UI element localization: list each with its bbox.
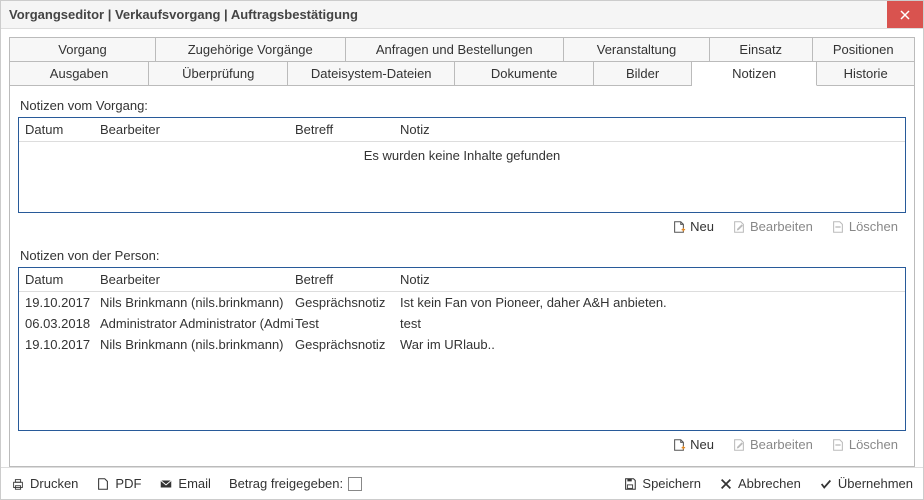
neu-label: Neu <box>690 437 714 452</box>
grid-vorgang-body: Es wurden keine Inhalte gefunden <box>19 142 905 212</box>
col-bearbeiter[interactable]: Bearbeiter <box>100 122 295 137</box>
actions-vorgang: Neu Bearbeiten Löschen <box>18 213 906 240</box>
tab-einsatz[interactable]: Einsatz <box>710 37 813 62</box>
tab-container: Vorgang Zugehörige Vorgänge Anfragen und… <box>9 37 915 86</box>
uebernehmen-button[interactable]: Übernehmen <box>819 476 913 491</box>
email-button[interactable]: Email <box>159 476 211 491</box>
abbrechen-label: Abbrechen <box>738 476 801 491</box>
bearbeiten-label: Bearbeiten <box>750 219 813 234</box>
cell-notiz: Ist kein Fan von Pioneer, daher A&H anbi… <box>400 295 899 310</box>
grid-vorgang: Datum Bearbeiter Betreff Notiz Es wurden… <box>18 117 906 213</box>
col-bearbeiter[interactable]: Bearbeiter <box>100 272 295 287</box>
freigeben-label: Betrag freigegeben: <box>229 476 343 491</box>
grid-person-header: Datum Bearbeiter Betreff Notiz <box>19 268 905 292</box>
tab-row-1: Vorgang Zugehörige Vorgänge Anfragen und… <box>9 37 915 62</box>
cell-bearbeiter: Nils Brinkmann (nils.brinkmann) <box>100 295 295 310</box>
abbrechen-button[interactable]: Abbrechen <box>719 476 801 491</box>
loeschen-label: Löschen <box>849 437 898 452</box>
grid-vorgang-empty: Es wurden keine Inhalte gefunden <box>19 142 905 203</box>
tab-panel-notizen: Notizen vom Vorgang: Datum Bearbeiter Be… <box>9 86 915 467</box>
window-title: Vorgangseditor | Verkaufsvorgang | Auftr… <box>1 1 887 28</box>
col-betreff[interactable]: Betreff <box>295 122 400 137</box>
print-icon <box>11 477 25 491</box>
pdf-label: PDF <box>115 476 141 491</box>
tab-vorgang[interactable]: Vorgang <box>9 37 156 62</box>
cell-bearbeiter: Nils Brinkmann (nils.brinkmann) <box>100 337 295 352</box>
loeschen-label: Löschen <box>849 219 898 234</box>
email-label: Email <box>178 476 211 491</box>
cell-datum: 19.10.2017 <box>25 295 100 310</box>
delete-icon <box>831 438 845 452</box>
edit-icon <box>732 438 746 452</box>
section1-label: Notizen vom Vorgang: <box>20 98 904 113</box>
titlebar: Vorgangseditor | Verkaufsvorgang | Auftr… <box>1 1 923 29</box>
drucken-label: Drucken <box>30 476 78 491</box>
loeschen-button-2[interactable]: Löschen <box>831 437 898 452</box>
col-notiz[interactable]: Notiz <box>400 122 899 137</box>
drucken-button[interactable]: Drucken <box>11 476 78 491</box>
delete-icon <box>831 220 845 234</box>
close-icon <box>900 10 910 20</box>
col-datum[interactable]: Datum <box>25 122 100 137</box>
table-row[interactable]: 19.10.2017 Nils Brinkmann (nils.brinkman… <box>19 292 905 313</box>
tab-dateisystem[interactable]: Dateisystem-Dateien <box>288 62 455 86</box>
bearbeiten-button-1[interactable]: Bearbeiten <box>732 219 813 234</box>
tab-positionen[interactable]: Positionen <box>813 37 916 62</box>
pdf-icon <box>96 477 110 491</box>
footer: Drucken PDF Email Betrag freigegeben: Sp… <box>1 467 923 499</box>
bearbeiten-button-2[interactable]: Bearbeiten <box>732 437 813 452</box>
col-betreff[interactable]: Betreff <box>295 272 400 287</box>
speichern-button[interactable]: Speichern <box>623 476 701 491</box>
neu-label: Neu <box>690 219 714 234</box>
actions-person: Neu Bearbeiten Löschen <box>18 431 906 458</box>
col-notiz[interactable]: Notiz <box>400 272 899 287</box>
save-icon <box>623 477 637 491</box>
grid-person: Datum Bearbeiter Betreff Notiz 19.10.201… <box>18 267 906 431</box>
new-icon <box>672 220 686 234</box>
uebernehmen-label: Übernehmen <box>838 476 913 491</box>
loeschen-button-1[interactable]: Löschen <box>831 219 898 234</box>
speichern-label: Speichern <box>642 476 701 491</box>
new-icon <box>672 438 686 452</box>
table-row[interactable]: 06.03.2018 Administrator Administrator (… <box>19 313 905 334</box>
close-button[interactable] <box>887 1 923 28</box>
cell-betreff: Test <box>295 316 400 331</box>
tab-notizen[interactable]: Notizen <box>692 62 817 86</box>
edit-icon <box>732 220 746 234</box>
freigeben-field: Betrag freigegeben: <box>229 476 362 491</box>
tab-dokumente[interactable]: Dokumente <box>455 62 594 86</box>
tab-zugehoerige[interactable]: Zugehörige Vorgänge <box>156 37 346 62</box>
cell-bearbeiter: Administrator Administrator (Admi <box>100 316 295 331</box>
email-icon <box>159 477 173 491</box>
cancel-icon <box>719 477 733 491</box>
content-area: Vorgang Zugehörige Vorgänge Anfragen und… <box>1 29 923 467</box>
cell-betreff: Gesprächsnotiz <box>295 337 400 352</box>
window: Vorgangseditor | Verkaufsvorgang | Auftr… <box>0 0 924 500</box>
tab-historie[interactable]: Historie <box>817 62 915 86</box>
neu-button-2[interactable]: Neu <box>672 437 714 452</box>
cell-notiz: War im URlaub.. <box>400 337 899 352</box>
tab-bilder[interactable]: Bilder <box>594 62 692 86</box>
tab-ausgaben[interactable]: Ausgaben <box>9 62 149 86</box>
cell-notiz: test <box>400 316 899 331</box>
section2-label: Notizen von der Person: <box>20 248 904 263</box>
cell-datum: 06.03.2018 <box>25 316 100 331</box>
grid-person-body: 19.10.2017 Nils Brinkmann (nils.brinkman… <box>19 292 905 430</box>
col-datum[interactable]: Datum <box>25 272 100 287</box>
pdf-button[interactable]: PDF <box>96 476 141 491</box>
bearbeiten-label: Bearbeiten <box>750 437 813 452</box>
tab-anfragen[interactable]: Anfragen und Bestellungen <box>346 37 565 62</box>
tab-row-2: Ausgaben Überprüfung Dateisystem-Dateien… <box>9 62 915 86</box>
cell-datum: 19.10.2017 <box>25 337 100 352</box>
cell-betreff: Gesprächsnotiz <box>295 295 400 310</box>
apply-icon <box>819 477 833 491</box>
neu-button-1[interactable]: Neu <box>672 219 714 234</box>
freigeben-checkbox[interactable] <box>348 477 362 491</box>
tab-veranstaltung[interactable]: Veranstaltung <box>564 37 710 62</box>
table-row[interactable]: 19.10.2017 Nils Brinkmann (nils.brinkman… <box>19 334 905 355</box>
grid-vorgang-header: Datum Bearbeiter Betreff Notiz <box>19 118 905 142</box>
tab-ueberpruefung[interactable]: Überprüfung <box>149 62 288 86</box>
